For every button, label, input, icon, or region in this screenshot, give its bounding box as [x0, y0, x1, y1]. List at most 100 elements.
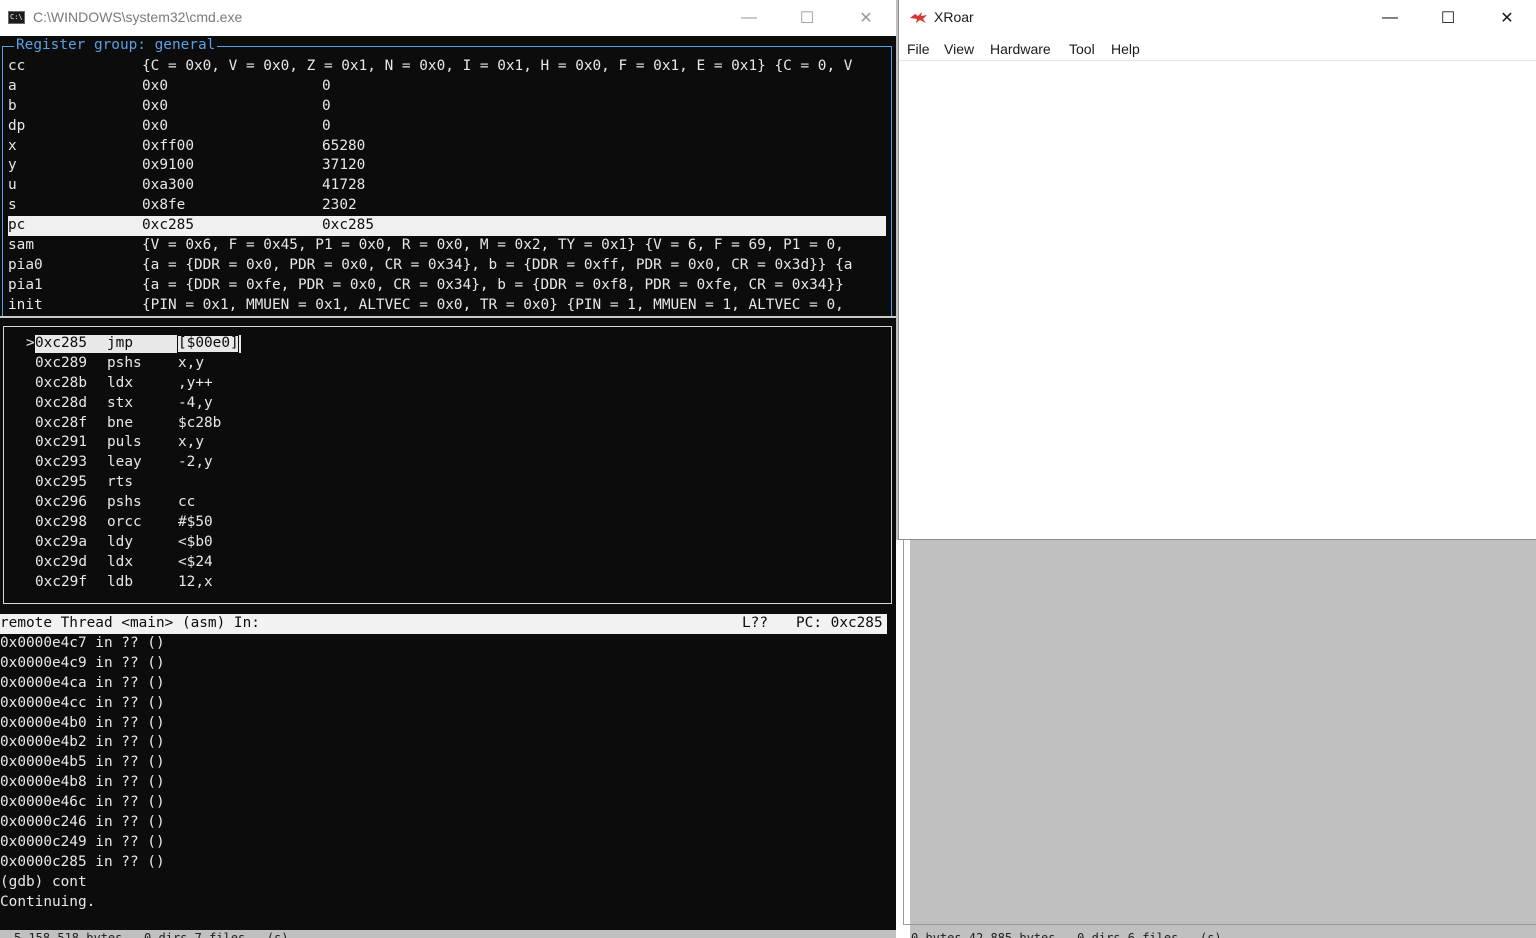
- asm-operands: cc: [178, 494, 196, 511]
- register-list: cc {C = 0x0, V = 0x0, Z = 0x1, N = 0x0, I…: [8, 57, 886, 315]
- asm-opcode: ldx: [107, 374, 133, 391]
- background-divider-vertical: [903, 540, 904, 925]
- register-row-y: y 0x9100 37120: [8, 156, 886, 176]
- asm-row[interactable]: 0xc28d stx -4,y: [8, 394, 887, 414]
- asm-row[interactable]: 0xc28b ldx ,y++: [8, 374, 887, 394]
- register-group-title: Register group: general: [14, 36, 218, 56]
- asm-opcode: stx: [107, 394, 133, 411]
- asm-opcode: pshs: [107, 494, 142, 511]
- register-hex-value: 0x9100: [142, 157, 194, 174]
- asm-row[interactable]: 0xc29d ldx <$24: [8, 553, 887, 573]
- menu-file[interactable]: File: [907, 41, 930, 57]
- register-hex-value: 0x0: [142, 117, 168, 134]
- menu-hardware[interactable]: Hardware: [990, 41, 1051, 57]
- asm-operands: $c28b: [178, 414, 222, 431]
- asm-operands: #$50: [178, 514, 213, 531]
- asm-opcode: ldy: [107, 533, 133, 550]
- asm-row[interactable]: 0xc29a ldy <$b0: [8, 533, 887, 553]
- register-row-a: a 0x0 0: [8, 77, 886, 97]
- xroar-menubar: File View Hardware Tool Help: [899, 38, 1536, 61]
- asm-address: 0xc293: [35, 454, 87, 471]
- gdb-console-output[interactable]: 0x0000e4c7 in ?? () 0x0000e4c9 in ?? () 0x…: [0, 634, 896, 912]
- register-name: pc: [8, 217, 26, 234]
- xroar-window[interactable]: XRoar — ☐ ✕ File View Hardware Tool Help: [898, 0, 1536, 540]
- register-hex-value: {a = {DDR = 0x0, PDR = 0x0, CR = 0x34}, …: [142, 256, 853, 273]
- register-row-pia0: pia0 {a = {DDR = 0x0, PDR = 0x0, CR = 0x3…: [8, 256, 886, 276]
- asm-operands: 12,x: [178, 573, 213, 590]
- asm-row[interactable]: 0xc28f bne $c28b: [8, 414, 887, 434]
- asm-operands: <$24: [178, 553, 213, 570]
- asm-opcode: puls: [107, 434, 142, 451]
- register-natural-value: 37120: [322, 157, 366, 174]
- gdb-output-line: Continuing.: [0, 893, 96, 910]
- asm-address: 0xc28f: [35, 414, 87, 431]
- status-line-tail: [887, 614, 896, 634]
- register-hex-value: {V = 0x6, F = 0x45, P1 = 0x0, R = 0x0, M…: [142, 237, 844, 254]
- asm-address: 0xc28b: [35, 374, 87, 391]
- minimize-button[interactable]: —: [726, 0, 772, 36]
- asm-operands: <$b0: [178, 533, 213, 550]
- asm-row[interactable]: 0xc29f ldb 12,x: [8, 573, 887, 593]
- register-hex-value: 0xff00: [142, 137, 194, 154]
- asm-row[interactable]: 0xc296 pshs cc: [8, 493, 887, 513]
- menu-view[interactable]: View: [944, 41, 974, 57]
- asm-address: 0xc29f: [35, 573, 87, 590]
- asm-opcode: leay: [107, 454, 142, 471]
- asm-address: 0xc295: [35, 474, 87, 491]
- asm-operands: ,y++: [178, 374, 213, 391]
- asm-row[interactable]: 0xc298 orcc #$50: [8, 513, 887, 533]
- register-natural-value: 2302: [322, 197, 357, 214]
- maximize-button[interactable]: ☐: [784, 0, 830, 36]
- menu-tool[interactable]: Tool: [1069, 41, 1095, 57]
- register-hex-value: 0x8fe: [142, 197, 186, 214]
- gdb-output-line: 0x0000e4cc in ?? (): [0, 694, 165, 711]
- register-row-u: u 0xa300 41728: [8, 176, 886, 196]
- gdb-output-line: 0x0000e4c9 in ?? (): [0, 654, 165, 671]
- xroar-minimize-button[interactable]: —: [1361, 0, 1419, 36]
- asm-listing[interactable]: >0xc285 jmp [$00e0] 0xc289 pshs x,y 0xc28b ldx,…: [8, 334, 887, 593]
- background-status-right: 0 bytes 42,885 bytes 0 dirs 6 files (s): [911, 931, 1222, 938]
- xroar-maximize-button[interactable]: ☐: [1419, 0, 1477, 36]
- register-name: y: [8, 157, 17, 174]
- gdb-output-line: 0x0000e4b0 in ?? (): [0, 714, 165, 731]
- register-row-pia1: pia1 {a = {DDR = 0xfe, PDR = 0x0, CR = 0x…: [8, 276, 886, 296]
- cmd-titlebar[interactable]: C:\WINDOWS\system32\cmd.exe — ☐ ✕: [0, 0, 896, 36]
- menu-help[interactable]: Help: [1111, 41, 1140, 57]
- asm-row-current[interactable]: >0xc285 jmp [$00e0]: [8, 334, 887, 354]
- register-name: b: [8, 97, 17, 114]
- register-name: cc: [8, 58, 26, 74]
- cmd-window-title: C:\WINDOWS\system32\cmd.exe: [33, 9, 243, 25]
- asm-row[interactable]: 0xc293 leay -2,y: [8, 453, 887, 473]
- panel-gap-bottom: [0, 604, 896, 614]
- register-name: dp: [8, 117, 26, 134]
- asm-row[interactable]: 0xc295 rts: [8, 473, 887, 493]
- asm-row[interactable]: 0xc289 pshs x,y: [8, 354, 887, 374]
- asm-address: 0xc29d: [35, 553, 87, 570]
- gdb-output-line: 0x0000c246 in ?? (): [0, 814, 165, 831]
- asm-address: 0xc291: [35, 434, 87, 451]
- asm-row[interactable]: 0xc291 puls x,y: [8, 433, 887, 453]
- asm-address: 0xc289: [35, 354, 87, 371]
- status-pc: PC: 0xc285: [796, 615, 883, 631]
- register-natural-value: 65280: [322, 137, 366, 154]
- panel-separator: [0, 316, 896, 318]
- register-name: s: [8, 197, 17, 214]
- asm-opcode: ldb: [107, 573, 133, 590]
- cmd-window[interactable]: C:\WINDOWS\system32\cmd.exe — ☐ ✕ Regist…: [0, 0, 896, 930]
- background-divider-horizontal: [904, 924, 1536, 925]
- gdb-output-line: 0x0000e4c7 in ?? (): [0, 635, 165, 651]
- register-row-init: init {PIN = 0x1, MMUEN = 0x1, ALTVEC = 0x…: [8, 296, 886, 315]
- register-natural-value: 41728: [322, 177, 366, 194]
- close-button[interactable]: ✕: [843, 0, 889, 36]
- gdb-output-line: 0x0000e46c in ?? (): [0, 794, 165, 811]
- asm-opcode: rts: [107, 474, 133, 491]
- register-natural-value: 0: [322, 77, 331, 94]
- background-status-left: 5,158,518 bytes 0 dirs 7 files (s): [14, 931, 289, 938]
- asm-opcode: bne: [107, 414, 133, 431]
- register-name: init: [8, 296, 43, 313]
- asm-opcode: orcc: [107, 514, 142, 531]
- asm-address: 0xc28d: [35, 394, 87, 411]
- gdb-output-line: (gdb) cont: [0, 873, 87, 890]
- asm-opcode: pshs: [107, 354, 142, 371]
- xroar-close-button[interactable]: ✕: [1478, 0, 1536, 36]
